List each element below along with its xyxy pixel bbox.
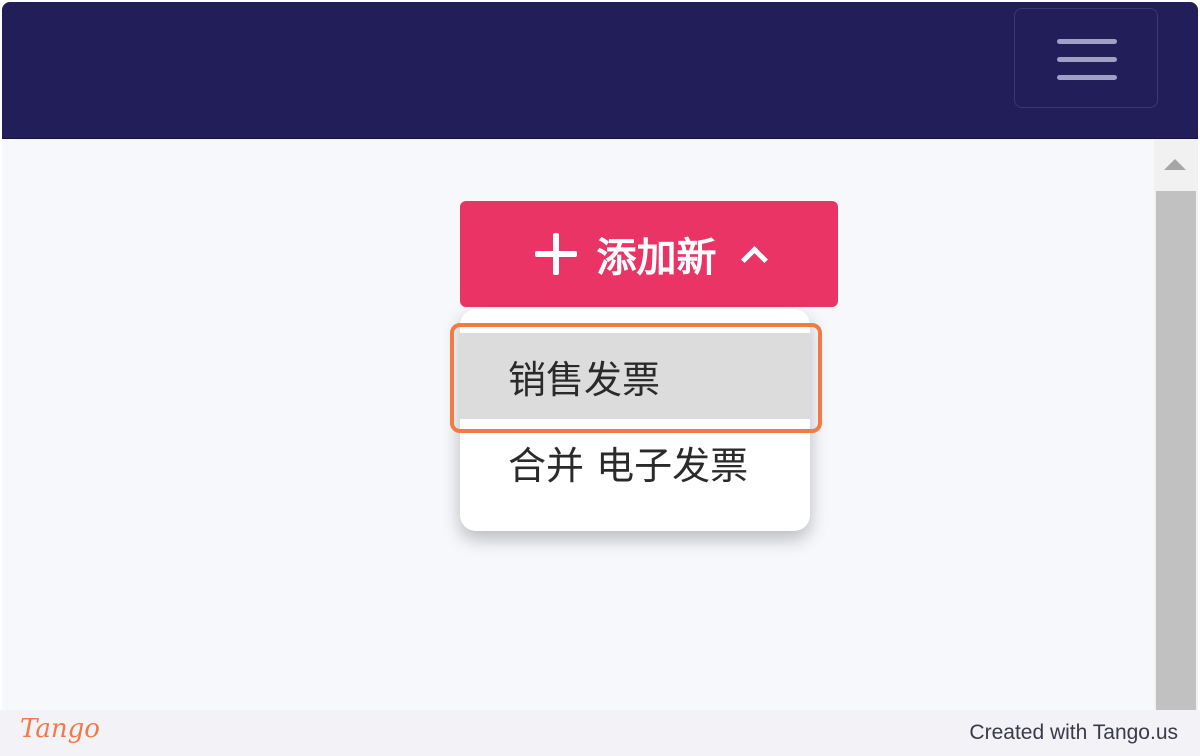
- hamburger-menu-icon: [1057, 39, 1117, 44]
- vertical-scrollbar[interactable]: [1154, 139, 1198, 710]
- menu-item-merge-e-invoice[interactable]: 合并 电子发票: [460, 419, 810, 505]
- add-new-dropdown-menu: 销售发票 合并 电子发票: [460, 309, 810, 531]
- hamburger-menu-icon: [1057, 57, 1117, 62]
- plus-icon: [534, 233, 577, 275]
- hamburger-menu-icon: [1057, 75, 1117, 80]
- hamburger-menu-button[interactable]: [1014, 8, 1158, 108]
- scroll-up-arrow-icon[interactable]: [1164, 159, 1186, 170]
- add-new-button[interactable]: 添加新: [460, 201, 838, 307]
- menu-item-label: 合并 电子发票: [508, 443, 749, 488]
- scroll-thumb[interactable]: [1156, 191, 1196, 710]
- add-new-label: 添加新: [596, 235, 717, 281]
- menu-item-sales-invoice[interactable]: 销售发票: [460, 333, 810, 419]
- menu-item-label: 销售发票: [508, 357, 661, 402]
- top-navbar: [2, 2, 1198, 139]
- footer-credit: Created with Tango.us: [969, 721, 1178, 744]
- tango-logo: Tango: [20, 714, 100, 744]
- footer-bar: Tango Created with Tango.us: [0, 710, 1200, 756]
- chevron-up-icon: [740, 245, 768, 273]
